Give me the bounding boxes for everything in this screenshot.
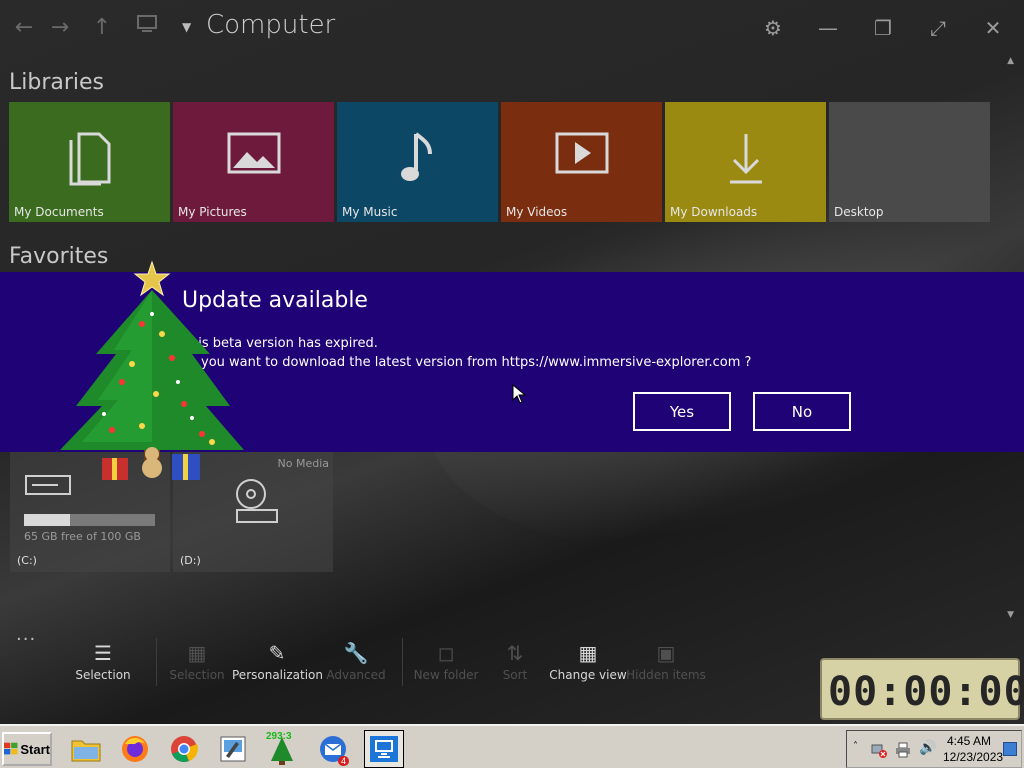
selection-button[interactable]: ☰ Selection: [58, 638, 148, 682]
christmas-tree-icon[interactable]: 293:3: [262, 730, 302, 768]
drive-usage-fill: [24, 514, 70, 526]
minimize-icon[interactable]: —: [813, 13, 843, 43]
chevron-up-icon[interactable]: ˄: [853, 741, 858, 752]
cmd-label: Personalization: [232, 668, 323, 682]
tile-label: My Documents: [14, 205, 104, 219]
selection-grid-icon: ▦: [187, 641, 207, 665]
computer-icon[interactable]: [133, 14, 161, 42]
gear-icon[interactable]: ⚙: [758, 13, 788, 43]
forward-icon[interactable]: →: [46, 14, 74, 42]
tile-label: My Pictures: [178, 205, 247, 219]
windows-logo-icon: [4, 742, 18, 755]
close-icon[interactable]: ✕: [978, 13, 1008, 43]
wrench-icon: 🔧: [343, 641, 369, 665]
hidden-items-button[interactable]: ▣ Hidden items: [621, 638, 711, 682]
immersive-explorer-window: ← → ↑ ▼ Computer ⚙ — ❐ ⤢ ✕ ▲ ▼ Libraries…: [0, 0, 1024, 724]
start-button[interactable]: Start: [2, 732, 52, 766]
cmd-label: Change view: [549, 668, 627, 682]
taskbar-clock-date[interactable]: 12/23/2023: [943, 750, 1003, 764]
christmas-tree-decoration: [60, 260, 244, 480]
change-view-icon: ▦: [578, 641, 598, 665]
firefox-icon[interactable]: [115, 730, 155, 768]
window-title: Computer: [206, 10, 336, 40]
chrome-icon[interactable]: [164, 730, 204, 768]
network-error-icon[interactable]: [871, 742, 887, 758]
tile-my-videos[interactable]: My Videos: [501, 102, 662, 222]
start-label: Start: [20, 741, 50, 757]
tile-my-downloads[interactable]: My Downloads: [665, 102, 826, 222]
tile-my-documents[interactable]: My Documents: [9, 102, 170, 222]
drive-usage-bar: [24, 514, 155, 526]
taskbar: Start 293:3 4 ˄ 🔊 4:45 AM 12/23/2023: [0, 724, 1024, 768]
selection-mode-button[interactable]: ▦ Selection: [152, 638, 242, 682]
tile-label: Desktop: [834, 205, 884, 219]
documents-icon: [69, 132, 110, 186]
yes-button[interactable]: Yes: [633, 392, 731, 431]
hidden-items-icon: ▣: [656, 641, 676, 665]
chevron-down-icon[interactable]: ▼: [182, 20, 191, 34]
drive-free-space: 65 GB free of 100 GB: [24, 530, 141, 543]
no-button[interactable]: No: [753, 392, 851, 431]
system-tray: ˄ 🔊 4:45 AM 12/23/2023: [846, 730, 1022, 768]
cmd-label: Hidden items: [626, 668, 706, 682]
dialog-message-line2: you want to download the latest version …: [201, 355, 752, 370]
selection-icon: ☰: [94, 641, 112, 665]
countdown-badge: 293:3: [266, 731, 292, 742]
advanced-button[interactable]: 🔧 Advanced: [311, 638, 401, 682]
more-options-icon[interactable]: ...: [16, 624, 36, 645]
tile-desktop[interactable]: Desktop: [829, 102, 990, 222]
cmd-label: Selection: [75, 668, 131, 682]
videos-icon: [555, 132, 608, 174]
unread-badge: 4: [337, 756, 349, 766]
drive-label: (D:): [180, 554, 201, 567]
clock-widget[interactable]: 00:00:00: [820, 658, 1024, 720]
restore-icon[interactable]: ❐: [868, 13, 898, 43]
printer-icon[interactable]: [895, 742, 911, 758]
scroll-down-arrow[interactable]: ▼: [1007, 610, 1014, 620]
tile-my-music[interactable]: My Music: [337, 102, 498, 222]
up-icon[interactable]: ↑: [88, 14, 116, 42]
personalization-button[interactable]: ✎ Personalization: [232, 638, 323, 682]
pictures-icon: [227, 132, 280, 174]
downloads-icon: [729, 134, 762, 184]
taskbar-clock-time[interactable]: 4:45 AM: [947, 734, 991, 748]
immersive-explorer-icon[interactable]: [364, 730, 404, 768]
clock-widget-time: 00:00:00: [828, 669, 1024, 715]
cmd-label: Advanced: [326, 668, 386, 682]
thunderbird-icon[interactable]: 4: [313, 730, 353, 768]
libraries-heading: Libraries: [9, 70, 105, 95]
fullscreen-icon[interactable]: ⤢: [923, 13, 953, 43]
tile-label: My Videos: [506, 205, 568, 219]
file-explorer-icon[interactable]: [66, 730, 106, 768]
music-icon: [400, 132, 432, 181]
tile-label: My Downloads: [670, 205, 758, 219]
tile-label: My Music: [342, 205, 398, 219]
drive-label: (C:): [17, 554, 37, 567]
mouse-cursor: [512, 384, 526, 404]
volume-icon[interactable]: 🔊: [919, 740, 936, 756]
paint-icon[interactable]: [213, 730, 253, 768]
change-view-button[interactable]: ▦ Change view: [543, 638, 633, 682]
tile-my-pictures[interactable]: My Pictures: [173, 102, 334, 222]
personalization-icon: ✎: [268, 641, 286, 665]
drive-status: No Media: [277, 457, 330, 470]
back-icon[interactable]: ←: [10, 14, 38, 42]
cmd-label: Selection: [169, 668, 225, 682]
scroll-up-arrow[interactable]: ▲: [1007, 56, 1014, 66]
title-bar: ← → ↑ ▼ Computer ⚙ — ❐ ⤢ ✕: [0, 0, 1024, 56]
show-desktop-icon[interactable]: [1003, 742, 1017, 756]
